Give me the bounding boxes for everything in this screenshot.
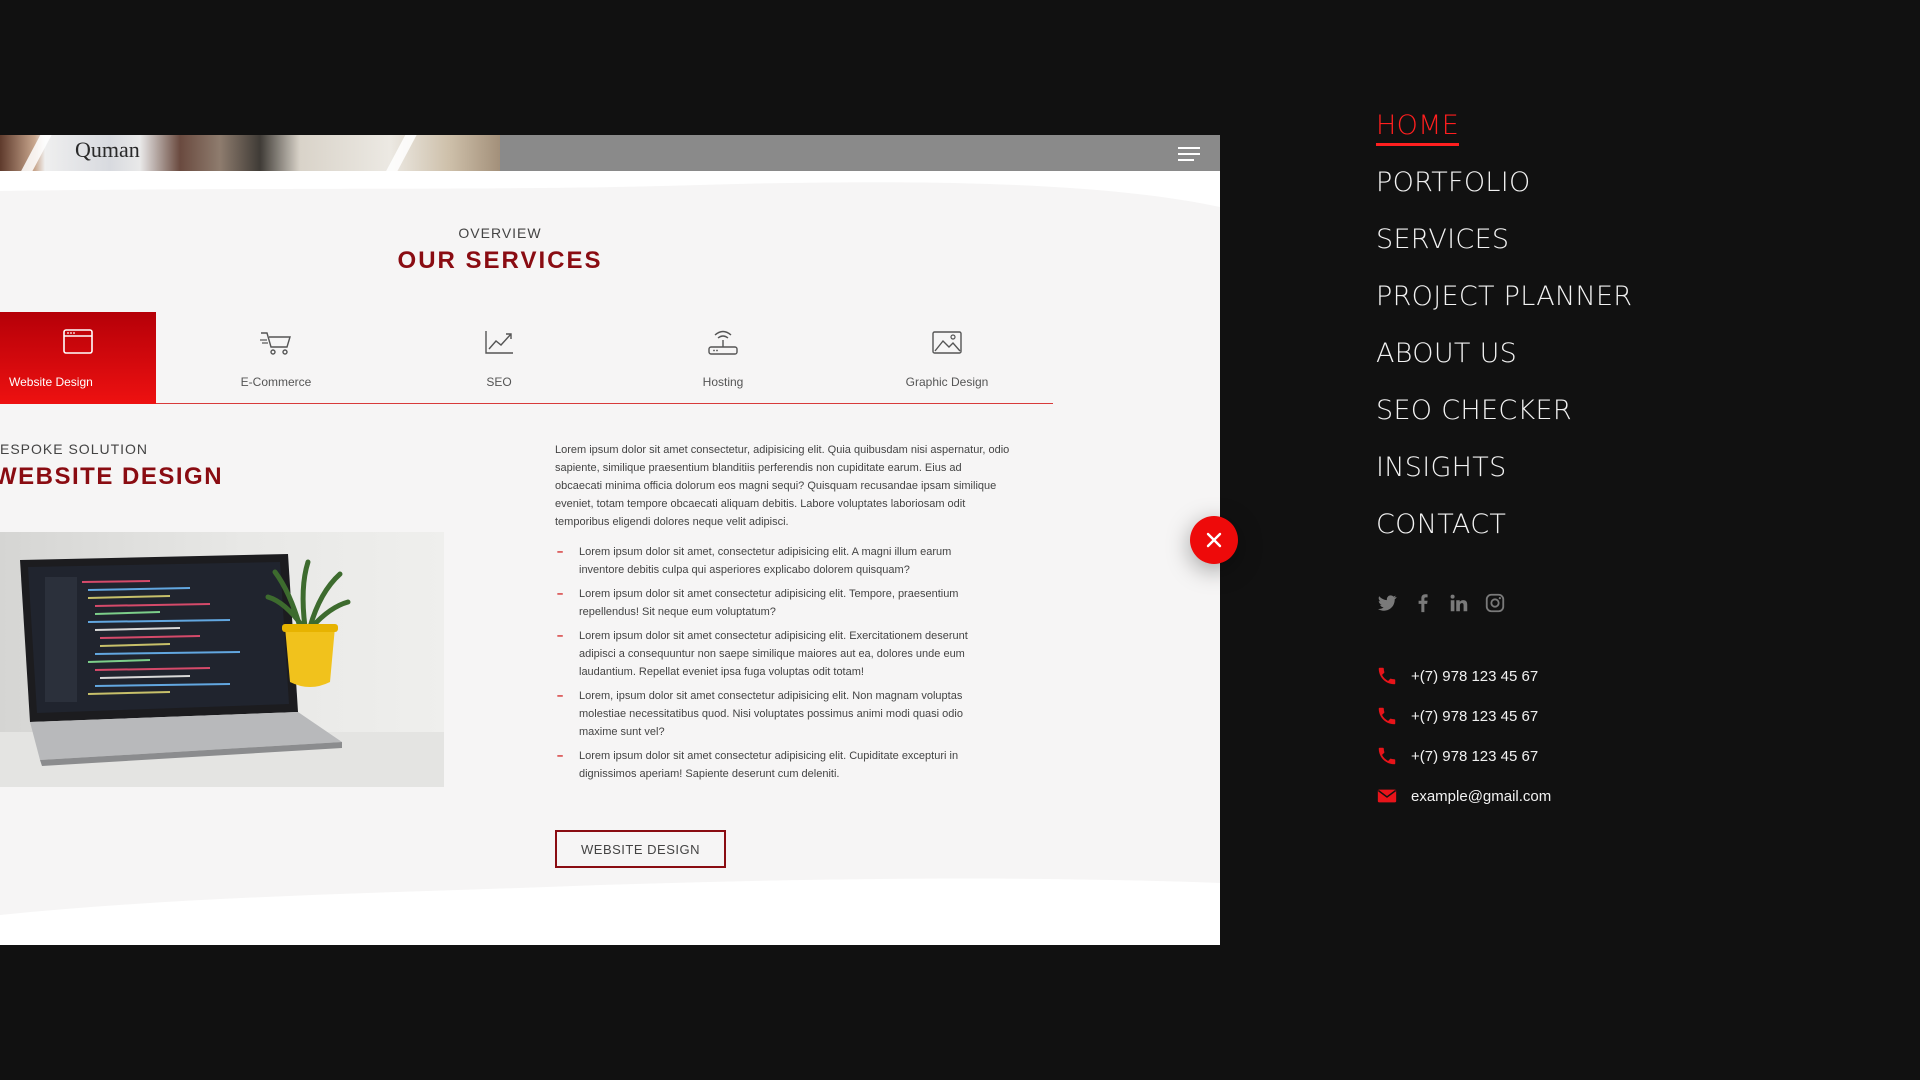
nav-item-portfolio[interactable]: PORTFOLIO xyxy=(1376,167,1632,224)
twitter-icon[interactable] xyxy=(1376,592,1398,614)
nav-item-label: CONTACT xyxy=(1376,509,1507,540)
dash-bullet-icon: – xyxy=(557,750,564,762)
feature-list: – Lorem ipsum dolor sit amet, consectetur… xyxy=(555,543,985,789)
list-item-text: Lorem ipsum dolor sit amet consectetur a… xyxy=(579,588,959,618)
contact-text: +(7) 978 123 45 67 xyxy=(1411,667,1539,685)
dash-bullet-icon: – xyxy=(557,690,564,702)
dash-bullet-icon: – xyxy=(557,546,564,558)
nav-item-contact[interactable]: CONTACT xyxy=(1376,509,1632,566)
contact-phone[interactable]: +(7) 978 123 45 67 xyxy=(1376,696,1551,736)
image-icon xyxy=(932,331,962,354)
nav-item-about-us[interactable]: ABOUT US xyxy=(1376,338,1632,395)
offcanvas-nav: HOME PORTFOLIO SERVICES PROJECT PLANNER … xyxy=(1376,110,1632,566)
site-logo[interactable]: Quman xyxy=(75,137,140,163)
envelope-icon xyxy=(1377,789,1397,803)
facebook-icon[interactable] xyxy=(1412,592,1434,614)
service-tabs: Website Design E-Commerce SEO Hosting Gr… xyxy=(0,312,1053,404)
laptop-photo xyxy=(0,532,444,787)
laptop-illustration xyxy=(0,554,444,787)
list-item: – Lorem ipsum dolor sit amet consectetur … xyxy=(555,627,985,681)
tab-label: Hosting xyxy=(702,375,744,389)
tab-website-design[interactable]: Website Design xyxy=(0,312,156,404)
tab-e-commerce[interactable]: E-Commerce xyxy=(198,312,354,404)
list-item-text: Lorem, ipsum dolor sit amet consectetur … xyxy=(579,690,963,738)
nav-item-services[interactable]: SERVICES xyxy=(1376,224,1632,281)
section-intro: Lorem ipsum dolor sit amet consectetur, … xyxy=(555,444,1010,528)
list-item-text: Lorem ipsum dolor sit amet, consectetur … xyxy=(579,546,952,576)
wave-divider-bottom xyxy=(0,878,1220,945)
list-item: – Lorem ipsum dolor sit amet consectetur … xyxy=(555,585,985,621)
tab-label: Graphic Design xyxy=(905,375,989,389)
contact-phone[interactable]: +(7) 978 123 45 67 xyxy=(1376,656,1551,696)
list-item-text: Lorem ipsum dolor sit amet consectetur a… xyxy=(579,750,959,780)
nav-item-label: PORTFOLIO xyxy=(1376,167,1531,198)
nav-item-seo-checker[interactable]: SEO CHECKER xyxy=(1376,395,1632,452)
nav-item-label: ABOUT US xyxy=(1376,338,1518,369)
phone-icon xyxy=(1378,707,1396,725)
close-icon xyxy=(1206,532,1222,548)
section-subtitle: ESPOKE SOLUTION xyxy=(0,441,149,457)
nav-item-project-planner[interactable]: PROJECT PLANNER xyxy=(1376,281,1632,338)
instagram-icon[interactable] xyxy=(1484,592,1506,614)
contact-text: +(7) 978 123 45 67 xyxy=(1411,707,1539,725)
list-item: – Lorem ipsum dolor sit amet, consectetur… xyxy=(555,543,985,579)
tab-label: SEO xyxy=(486,375,512,389)
contact-text: example@gmail.com xyxy=(1411,787,1552,805)
wave-divider-top xyxy=(0,171,1220,207)
dash-bullet-icon: – xyxy=(557,588,564,600)
list-item-text: Lorem ipsum dolor sit amet consectetur a… xyxy=(579,630,968,678)
nav-item-label: HOME xyxy=(1376,110,1460,146)
list-item: – Lorem, ipsum dolor sit amet consectetur… xyxy=(555,687,985,741)
contact-text: +(7) 978 123 45 67 xyxy=(1411,747,1539,765)
nav-item-label: SERVICES xyxy=(1376,224,1510,255)
wifi-router-icon xyxy=(708,330,738,355)
page-title: OUR SERVICES xyxy=(397,247,603,274)
nav-item-label: PROJECT PLANNER xyxy=(1376,281,1633,312)
tab-graphic-design[interactable]: Graphic Design xyxy=(869,312,1025,404)
browser-window-icon xyxy=(63,329,93,354)
phone-icon xyxy=(1378,747,1396,765)
list-item: – Lorem ipsum dolor sit amet consectetur … xyxy=(555,747,985,783)
tab-label: E-Commerce xyxy=(240,375,312,389)
overview-label: OVERVIEW xyxy=(458,225,542,241)
linkedin-icon[interactable] xyxy=(1448,592,1470,614)
shopping-cart-icon xyxy=(260,332,291,355)
nav-item-home[interactable]: HOME xyxy=(1376,110,1632,167)
nav-item-label: SEO CHECKER xyxy=(1376,395,1572,426)
tab-seo[interactable]: SEO xyxy=(421,312,577,404)
hamburger-menu-icon[interactable] xyxy=(1178,147,1200,163)
page-preview: Quman OVERVIEW OUR SERVICES Website Desi… xyxy=(0,135,1220,945)
contact-email[interactable]: example@gmail.com xyxy=(1376,776,1551,816)
website-design-button[interactable]: WEBSITE DESIGN xyxy=(555,830,726,868)
tab-label: Website Design xyxy=(9,375,93,389)
nav-item-label: INSIGHTS xyxy=(1376,452,1507,483)
nav-item-insights[interactable]: INSIGHTS xyxy=(1376,452,1632,509)
dash-bullet-icon: – xyxy=(557,630,564,642)
trend-chart-icon xyxy=(485,331,513,354)
phone-icon xyxy=(1378,667,1396,685)
close-menu-button[interactable] xyxy=(1190,516,1238,564)
contact-list: +(7) 978 123 45 67 +(7) 978 123 45 67 +(… xyxy=(1376,656,1551,816)
tab-hosting[interactable]: Hosting xyxy=(645,312,801,404)
contact-phone[interactable]: +(7) 978 123 45 67 xyxy=(1376,736,1551,776)
section-title: WEBSITE DESIGN xyxy=(0,463,224,490)
social-links xyxy=(1376,592,1506,614)
